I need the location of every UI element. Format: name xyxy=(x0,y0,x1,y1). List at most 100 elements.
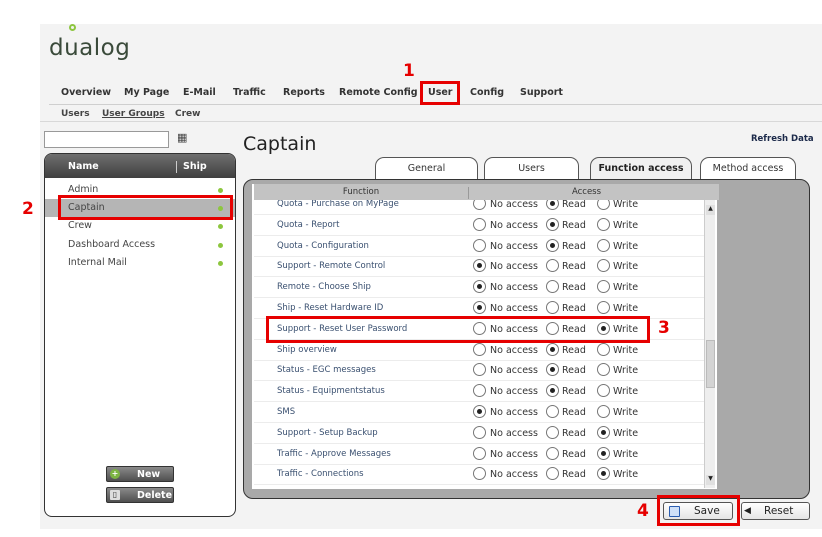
reset-button[interactable]: ◀ Reset xyxy=(741,502,810,520)
access-option-label: No access xyxy=(490,200,538,210)
subnav-users[interactable]: Users xyxy=(61,109,90,119)
function-name: Traffic - Approve Messages xyxy=(277,448,391,459)
nav-config[interactable]: Config xyxy=(470,87,504,101)
access-option-label: No access xyxy=(490,261,538,273)
access-radio-no-access[interactable] xyxy=(473,405,486,418)
access-radio-write[interactable] xyxy=(597,363,610,377)
access-radio-write[interactable] xyxy=(597,446,610,460)
access-radio-read[interactable] xyxy=(546,301,559,314)
nav-overview[interactable]: Overview xyxy=(61,87,111,101)
subnav-divider xyxy=(40,121,822,122)
access-radio-write[interactable] xyxy=(597,259,610,273)
grid-row: Traffic - Approve Messages No access Read W… xyxy=(254,444,704,465)
access-option-label: No access xyxy=(490,407,538,418)
annotation-1: 1 xyxy=(403,61,415,81)
access-radio-read[interactable] xyxy=(546,446,559,460)
access-option-label: Write xyxy=(613,448,639,460)
access-option-label: Read xyxy=(562,448,586,460)
function-name: Quota - Purchase on MyPage xyxy=(277,200,399,209)
access-option-label: Write xyxy=(613,303,639,314)
access-radio-no-access[interactable] xyxy=(473,384,486,398)
access-option-label: Read xyxy=(562,407,586,418)
access-option-label: No access xyxy=(490,386,538,398)
access-radio-no-access[interactable] xyxy=(473,425,486,439)
group-item-dashboard-access[interactable]: Dashboard Access xyxy=(45,236,235,254)
access-radio-write[interactable] xyxy=(597,425,610,439)
access-option-label: Write xyxy=(613,200,639,210)
grid-row: Traffic - Connections No access Read Write xyxy=(254,464,704,486)
access-radio-no-access[interactable] xyxy=(473,280,486,294)
nav-support[interactable]: Support xyxy=(520,87,563,101)
function-name: Status - Equipmentstatus xyxy=(277,386,385,397)
nav-traffic[interactable]: Traffic xyxy=(233,87,266,101)
scroll-up-icon[interactable]: ▲ xyxy=(706,205,715,215)
tab-general[interactable]: General xyxy=(375,157,478,179)
nav-email[interactable]: E-Mail xyxy=(183,87,216,101)
access-radio-read[interactable] xyxy=(546,280,559,294)
grid-row: SMS No access Read Write xyxy=(254,402,704,423)
nav-remote-config[interactable]: Remote Config xyxy=(339,87,418,101)
access-radio-no-access[interactable] xyxy=(473,200,486,210)
nav-reports[interactable]: Reports xyxy=(283,87,325,101)
access-column-header: Access xyxy=(571,187,602,197)
access-radio-read[interactable] xyxy=(546,200,559,210)
list-header: Name Ship xyxy=(45,154,235,178)
access-radio-no-access[interactable] xyxy=(473,446,486,460)
access-radio-read[interactable] xyxy=(546,217,559,231)
scroll-thumb[interactable] xyxy=(706,340,715,388)
access-option-label: Write xyxy=(613,469,639,481)
access-radio-no-access[interactable] xyxy=(473,238,486,252)
reset-label: Reset xyxy=(764,505,794,517)
access-radio-write[interactable] xyxy=(597,280,610,294)
access-option-label: No access xyxy=(490,282,538,294)
function-access-grid: Quota - Purchase on MyPage No access Read W… xyxy=(254,200,704,488)
access-radio-write[interactable] xyxy=(597,217,610,231)
calendar-icon[interactable]: ▦ xyxy=(177,131,187,144)
grid-scrollbar[interactable]: ▲ ▼ xyxy=(704,200,715,488)
access-radio-no-access[interactable] xyxy=(473,217,486,231)
new-group-button[interactable]: + New xyxy=(106,466,174,482)
access-radio-write[interactable] xyxy=(597,467,610,481)
group-label: Admin xyxy=(68,184,99,195)
access-radio-no-access[interactable] xyxy=(473,259,486,273)
page-title: Captain xyxy=(243,133,317,155)
plus-icon: + xyxy=(110,469,120,479)
subnav-crew[interactable]: Crew xyxy=(175,109,200,119)
access-option-label: Read xyxy=(562,240,586,252)
delete-group-button[interactable]: ▯ Delete xyxy=(106,487,174,503)
access-radio-read[interactable] xyxy=(546,384,559,398)
access-radio-read[interactable] xyxy=(546,259,559,273)
group-item-internal-mail[interactable]: Internal Mail xyxy=(45,254,235,272)
access-radio-write[interactable] xyxy=(597,301,610,314)
access-option-label: Read xyxy=(562,365,586,377)
tab-function-access[interactable]: Function access xyxy=(590,157,692,181)
access-option-label: No access xyxy=(490,303,538,314)
access-radio-write[interactable] xyxy=(597,342,610,356)
refresh-data-link[interactable]: Refresh Data xyxy=(751,134,814,144)
group-label: Internal Mail xyxy=(68,257,127,268)
annotation-4: 4 xyxy=(637,501,649,521)
access-radio-read[interactable] xyxy=(546,425,559,439)
access-radio-no-access[interactable] xyxy=(473,342,486,356)
access-radio-write[interactable] xyxy=(597,384,610,398)
status-dot-icon xyxy=(218,188,223,193)
access-radio-no-access[interactable] xyxy=(473,363,486,377)
access-radio-read[interactable] xyxy=(546,363,559,377)
access-radio-no-access[interactable] xyxy=(473,467,486,481)
tab-users[interactable]: Users xyxy=(484,157,579,179)
access-radio-no-access[interactable] xyxy=(473,301,486,314)
access-radio-write[interactable] xyxy=(597,200,610,210)
subnav-user-groups[interactable]: User Groups xyxy=(102,109,165,119)
group-search-input[interactable] xyxy=(44,131,169,148)
access-radio-read[interactable] xyxy=(546,405,559,418)
access-radio-read[interactable] xyxy=(546,342,559,356)
access-radio-write[interactable] xyxy=(597,238,610,252)
scroll-down-icon[interactable]: ▼ xyxy=(706,475,715,485)
tab-method-access[interactable]: Method access xyxy=(700,157,796,179)
access-radio-write[interactable] xyxy=(597,405,610,418)
access-radio-read[interactable] xyxy=(546,238,559,252)
nav-my-page[interactable]: My Page xyxy=(124,87,169,101)
access-radio-read[interactable] xyxy=(546,467,559,481)
group-label: Dashboard Access xyxy=(68,239,156,250)
access-option-label: No access xyxy=(490,365,538,377)
